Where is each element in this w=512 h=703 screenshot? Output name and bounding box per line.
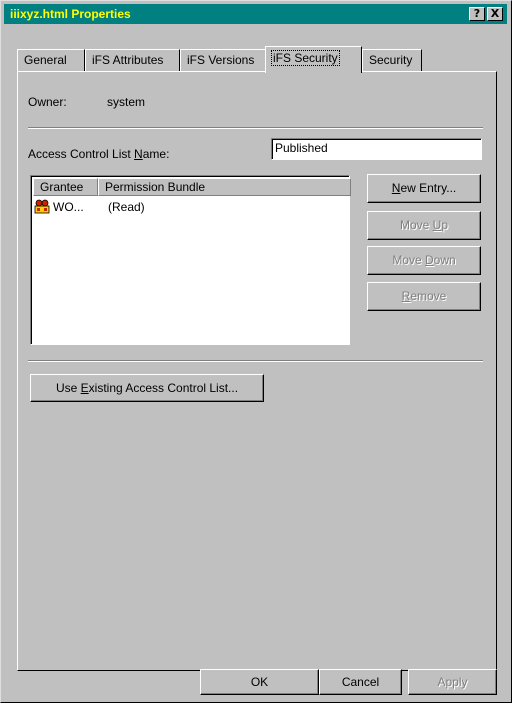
tab-label: iFS Versions xyxy=(187,53,255,67)
tab-label: iFS Attributes xyxy=(92,53,164,67)
separator xyxy=(28,360,483,362)
apply-button[interactable]: Apply xyxy=(408,669,497,695)
acl-entries-list[interactable]: Grantee Permission Bundle WO... (Read) xyxy=(30,175,351,345)
cancel-button[interactable]: Cancel xyxy=(319,669,402,695)
tab-panel: Owner: system Access Control List Name: … xyxy=(17,71,497,671)
title-bar[interactable]: iiixyz.html Properties ? X xyxy=(4,4,507,24)
move-down-button[interactable]: Move Down xyxy=(367,246,481,275)
acl-name-label: Access Control List Name: xyxy=(28,147,170,161)
column-header-grantee[interactable]: Grantee xyxy=(33,178,98,196)
tab-general[interactable]: General xyxy=(17,49,85,71)
tab-ifs-security[interactable]: iFS Security xyxy=(265,46,362,73)
remove-button[interactable]: Remove xyxy=(367,282,481,311)
separator xyxy=(28,127,483,129)
tab-ifs-attributes[interactable]: iFS Attributes xyxy=(85,49,180,71)
tab-ifs-versions[interactable]: iFS Versions xyxy=(180,49,268,71)
tab-security[interactable]: Security xyxy=(362,49,422,71)
close-icon: X xyxy=(490,7,500,20)
ok-button[interactable]: OK xyxy=(200,669,319,695)
tab-label: iFS Security xyxy=(271,50,340,66)
owner-value: system xyxy=(107,95,146,109)
column-header-permission-bundle[interactable]: Permission Bundle xyxy=(98,178,351,196)
window-title: iiixyz.html Properties xyxy=(10,7,131,21)
group-users-icon xyxy=(34,198,50,214)
grantee-cell: WO... xyxy=(53,200,84,214)
tab-label: General xyxy=(24,53,67,67)
properties-window: iiixyz.html Properties ? X General iFS A… xyxy=(0,0,512,703)
use-existing-acl-button[interactable]: Use Existing Access Control List... xyxy=(30,374,264,402)
acl-name-field[interactable]: Published xyxy=(271,138,482,160)
new-entry-button[interactable]: New Entry... xyxy=(367,174,481,203)
tab-label: Security xyxy=(369,53,413,67)
close-button[interactable]: X xyxy=(487,7,503,21)
list-item[interactable]: WO... (Read) xyxy=(33,198,347,216)
help-icon: ? xyxy=(473,7,481,20)
permission-cell: (Read) xyxy=(108,200,145,214)
move-up-button[interactable]: Move Up xyxy=(367,211,481,240)
owner-label: Owner: xyxy=(28,95,67,109)
help-button[interactable]: ? xyxy=(469,7,485,21)
